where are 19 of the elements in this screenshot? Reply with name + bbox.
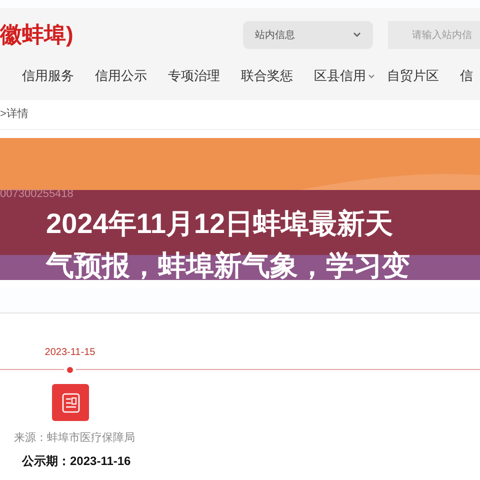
chevron-down-icon — [353, 32, 361, 38]
scope-select[interactable]: 站内信息 — [243, 21, 373, 49]
nav-link[interactable]: 联合奖惩 — [241, 66, 314, 86]
nav-link[interactable]: 自贸片区 — [387, 66, 460, 86]
overlay-title: 2024年11月12日蚌埠最新天气预报，蚌埠新气象，学习变 — [46, 207, 411, 283]
nav-link[interactable]: 信用服务 — [22, 66, 95, 86]
breadcrumb: >详情 — [0, 107, 28, 122]
timeline-date: 2023-11-15 — [44, 346, 96, 360]
search-input[interactable]: 请输入站内信 — [412, 28, 480, 42]
publicity-period: 公示期：2023-11-16 — [22, 453, 131, 470]
nav-link[interactable]: 专项治理 — [168, 66, 241, 86]
nav-link[interactable]: 信 — [460, 66, 480, 86]
document-icon — [52, 384, 89, 421]
chevron-down-icon — [368, 74, 375, 78]
nav-link[interactable]: 信用公示 — [95, 66, 168, 86]
search-field[interactable]: 请输入站内信 — [388, 21, 480, 49]
nav-link[interactable]: 区县信用 — [314, 66, 387, 86]
banner-code: 007300255418 — [0, 188, 74, 201]
source-text: 来源：蚌埠市医疗保障局 — [14, 430, 135, 446]
